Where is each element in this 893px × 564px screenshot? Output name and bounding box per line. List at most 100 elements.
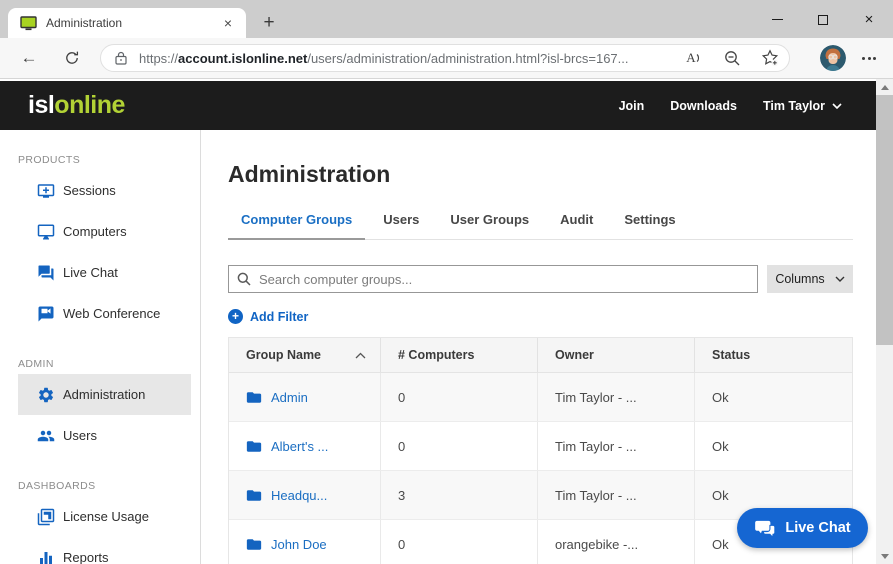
zoom-out-icon[interactable] [723, 49, 741, 67]
sidebar-item-reports[interactable]: Reports [18, 537, 191, 564]
users-icon [37, 427, 55, 445]
page-title: Administration [228, 161, 853, 188]
cell-owner: Tim Taylor - ... [538, 471, 695, 519]
profile-avatar[interactable] [820, 45, 846, 71]
new-tab-button[interactable]: + [256, 10, 282, 36]
sidebar: PRODUCTS Sessions Computers Live Chat We… [0, 130, 201, 564]
nav-user-menu[interactable]: Tim Taylor [763, 99, 842, 113]
site-nav: Join Downloads Tim Taylor [619, 99, 842, 113]
url-text: https://account.islonline.net/users/admi… [139, 51, 677, 66]
address-bar-icons: A [685, 49, 779, 67]
column-header-owner[interactable]: Owner [538, 338, 695, 372]
sidebar-item-computers[interactable]: Computers [18, 211, 191, 252]
main-content: Administration Computer Groups Users Use… [201, 130, 876, 564]
sidebar-section-products: PRODUCTS [18, 154, 200, 166]
tab-audit[interactable]: Audit [547, 212, 606, 239]
tab-computer-groups[interactable]: Computer Groups [228, 212, 365, 240]
sidebar-section-admin: ADMIN [18, 358, 200, 370]
sort-ascending-icon [355, 352, 366, 359]
browser-window: Administration × + × ← https://account.i… [0, 0, 893, 564]
column-header-group-name[interactable]: Group Name [229, 338, 381, 372]
cell-computers: 0 [381, 422, 538, 470]
read-aloud-icon[interactable]: A [685, 49, 703, 67]
chevron-down-icon [835, 276, 845, 282]
favorites-star-icon[interactable] [761, 49, 779, 67]
url-scheme: https:// [139, 51, 178, 66]
search-icon [237, 272, 251, 286]
sidebar-item-label: Computers [63, 224, 127, 239]
table-header-row: Group Name # Computers Owner Status [229, 338, 852, 373]
page-scrollbar[interactable] [876, 79, 893, 564]
browser-menu-icon[interactable] [859, 50, 879, 66]
reports-icon [37, 549, 55, 564]
folder-icon [246, 440, 262, 453]
scrollbar-up-arrow-icon[interactable] [876, 79, 893, 95]
columns-button[interactable]: Columns [767, 265, 853, 293]
sidebar-item-label: Live Chat [63, 265, 118, 280]
refresh-icon [64, 50, 80, 66]
maximize-button[interactable] [800, 1, 846, 38]
sidebar-item-label: Users [63, 428, 97, 443]
column-header-status[interactable]: Status [695, 338, 852, 372]
scrollbar-thumb[interactable] [876, 95, 893, 345]
window-controls: × [754, 1, 892, 38]
web-conference-icon [37, 305, 55, 323]
sidebar-item-administration[interactable]: Administration [18, 374, 191, 415]
group-link[interactable]: Albert's ... [271, 439, 328, 454]
nav-join[interactable]: Join [619, 99, 645, 113]
column-header-computers[interactable]: # Computers [381, 338, 538, 372]
license-usage-icon [37, 508, 55, 526]
refresh-button[interactable] [61, 47, 83, 69]
search-row: Columns [228, 265, 853, 293]
browser-tab[interactable]: Administration × [8, 8, 246, 38]
sidebar-item-web-conference[interactable]: Web Conference [18, 293, 191, 334]
close-window-button[interactable]: × [846, 1, 892, 38]
lock-icon [115, 51, 127, 65]
folder-icon [246, 489, 262, 502]
scrollbar-down-arrow-icon[interactable] [876, 548, 893, 564]
search-input[interactable] [259, 272, 749, 287]
chat-bubbles-icon [754, 520, 776, 537]
browser-tab-bar: Administration × + × [0, 0, 893, 38]
search-box [228, 265, 758, 293]
live-chat-label: Live Chat [785, 520, 850, 536]
back-button[interactable]: ← [18, 47, 40, 69]
live-chat-fab-button[interactable]: Live Chat [737, 508, 868, 548]
nav-downloads[interactable]: Downloads [670, 99, 737, 113]
islonline-logo[interactable]: islonline [28, 91, 125, 120]
group-link[interactable]: Admin [271, 390, 308, 405]
minimize-button[interactable] [754, 1, 800, 38]
tab-settings[interactable]: Settings [611, 212, 688, 239]
cell-owner: Tim Taylor - ... [538, 373, 695, 421]
browser-toolbar: ← https://account.islonline.net/users/ad… [0, 38, 893, 79]
folder-icon [246, 538, 262, 551]
tab-users[interactable]: Users [370, 212, 432, 239]
sidebar-item-users[interactable]: Users [18, 415, 191, 456]
sidebar-item-sessions[interactable]: Sessions [18, 170, 191, 211]
sidebar-item-label: Administration [63, 387, 145, 402]
cell-computers: 3 [381, 471, 538, 519]
sessions-icon [37, 182, 55, 200]
table-row[interactable]: Albert's ... 0 Tim Taylor - ... Ok [229, 422, 852, 471]
cell-owner: orangebike -... [538, 520, 695, 564]
group-link[interactable]: Headqu... [271, 488, 327, 503]
sidebar-item-license-usage[interactable]: License Usage [18, 496, 191, 537]
add-filter-button[interactable]: + Add Filter [228, 309, 853, 324]
folder-icon [246, 391, 262, 404]
tab-user-groups[interactable]: User Groups [437, 212, 542, 239]
address-bar[interactable]: https://account.islonline.net/users/admi… [100, 44, 790, 72]
section-tabs: Computer Groups Users User Groups Audit … [228, 212, 853, 240]
site-favicon-monitor-icon [20, 16, 37, 31]
sidebar-section-dashboards: DASHBOARDS [18, 480, 200, 492]
table-row[interactable]: Admin 0 Tim Taylor - ... Ok [229, 373, 852, 422]
sidebar-item-label: Web Conference [63, 306, 160, 321]
chevron-down-icon [832, 103, 842, 109]
plus-icon: + [228, 309, 243, 324]
computers-icon [37, 223, 55, 241]
group-link[interactable]: John Doe [271, 537, 327, 552]
live-chat-icon [37, 264, 55, 282]
sidebar-item-live-chat[interactable]: Live Chat [18, 252, 191, 293]
url-domain: account.islonline.net [178, 51, 307, 66]
cell-status: Ok [695, 373, 852, 421]
close-tab-icon[interactable]: × [220, 15, 236, 31]
